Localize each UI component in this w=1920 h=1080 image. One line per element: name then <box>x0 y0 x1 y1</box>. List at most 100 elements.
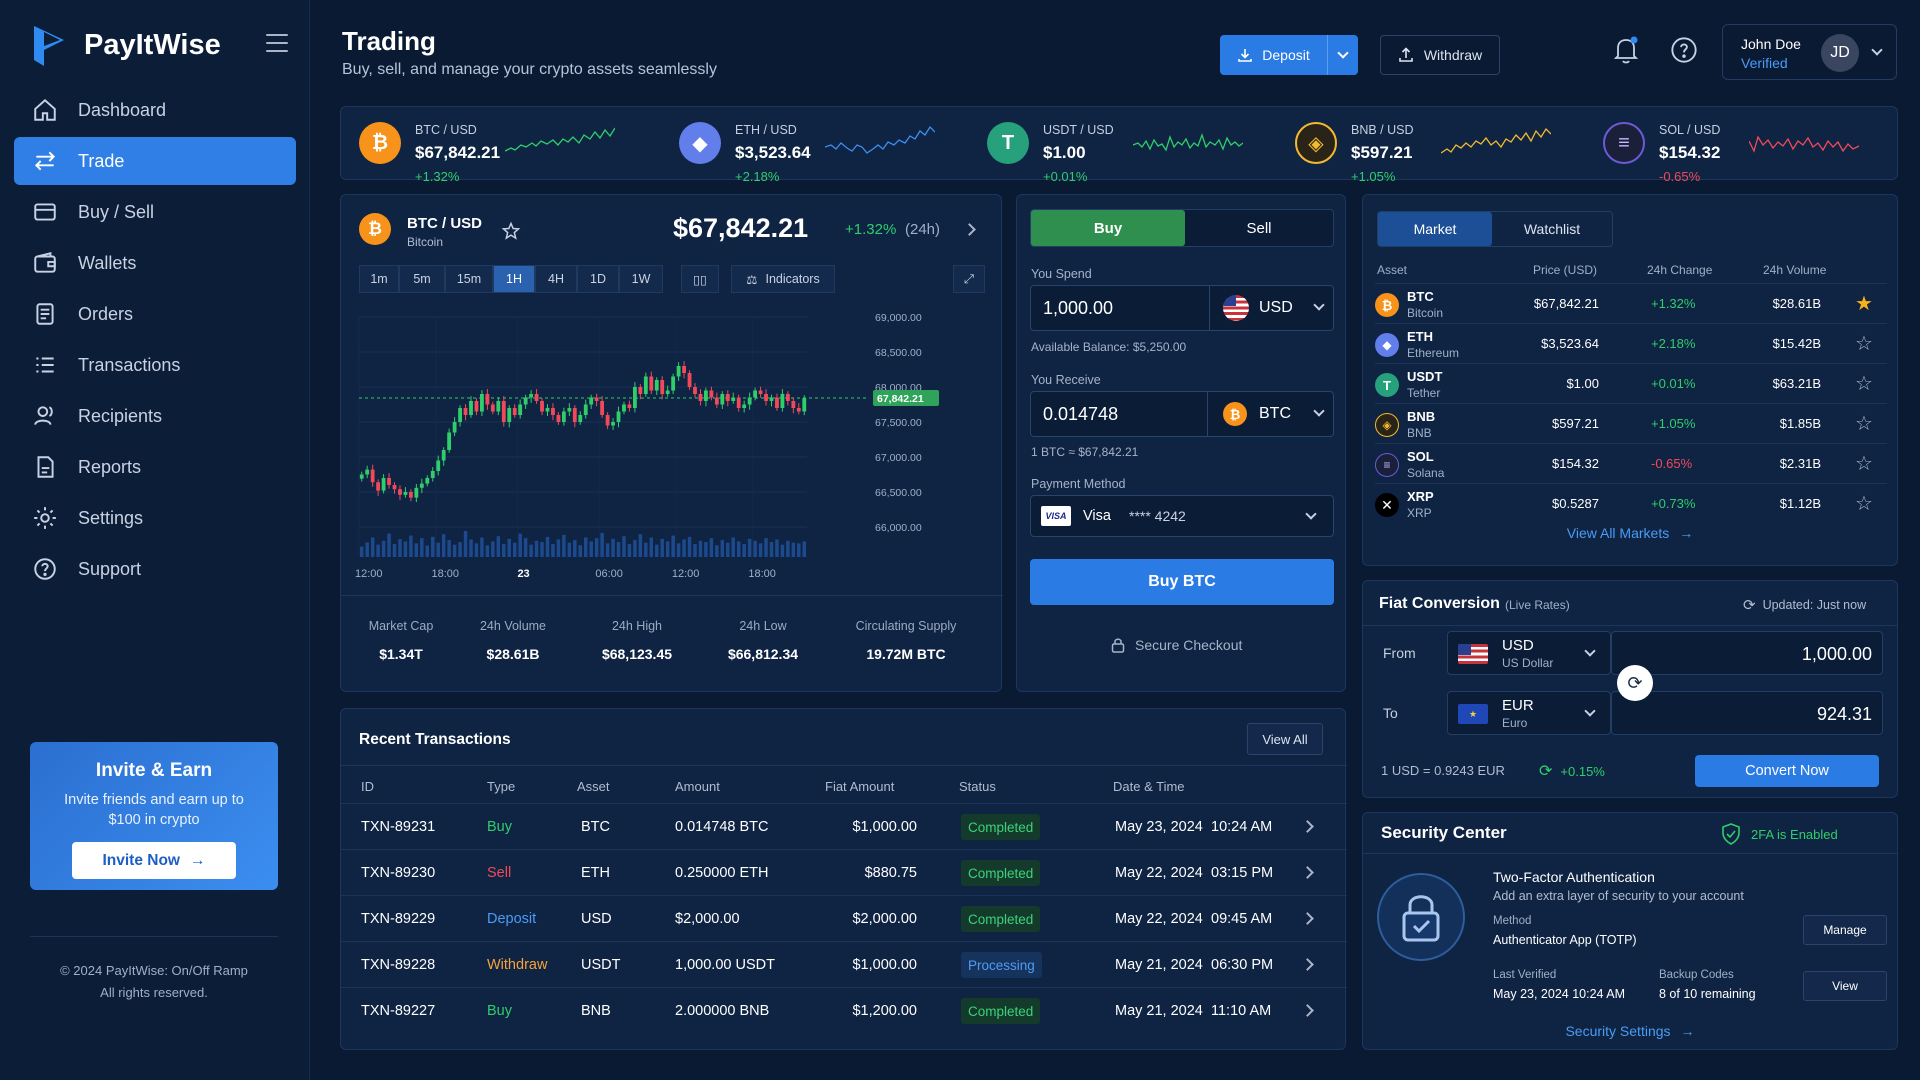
timeframe-5m[interactable]: 5m <box>399 265 445 293</box>
sidebar-item-support[interactable]: Support <box>14 545 296 593</box>
asset-volume: $1.85B <box>1779 416 1821 431</box>
market-row[interactable]: ₿ BTC Bitcoin $67,842.21 +1.32% $28.61B … <box>1375 283 1887 323</box>
candle-body <box>600 401 605 415</box>
sidebar-item-recipients[interactable]: Recipients <box>14 392 296 440</box>
sidebar-item-reports[interactable]: Reports <box>14 443 296 491</box>
ticker-usdt[interactable]: T USDT / USD $1.00 +0.01% <box>969 107 1279 184</box>
volume-bar <box>687 536 692 557</box>
app-logo[interactable]: PayItWise <box>30 22 221 68</box>
candle-type-button[interactable]: ▯▯ <box>681 265 719 293</box>
candle-body <box>545 408 550 412</box>
volume-bar <box>638 534 643 557</box>
transaction-row[interactable]: TXN-89229 Deposit USD $2,000.00 $2,000.0… <box>341 895 1347 941</box>
invite-now-button[interactable]: Invite Now → <box>72 842 236 879</box>
convert-now-button[interactable]: Convert Now <box>1695 755 1879 787</box>
manage-button[interactable]: Manage <box>1803 915 1887 945</box>
timeframe-1m[interactable]: 1m <box>359 265 399 293</box>
tab-watchlist[interactable]: Watchlist <box>1493 212 1611 246</box>
spend-currency-select[interactable]: USD <box>1219 286 1333 330</box>
transaction-row[interactable]: TXN-89227 Buy BNB 2.000000 BNB $1,200.00… <box>341 987 1347 1033</box>
transaction-row[interactable]: TXN-89228 Withdraw USDT 1,000.00 USDT $1… <box>341 941 1347 987</box>
notifications-button[interactable] <box>1612 35 1640 70</box>
timeframe-1w[interactable]: 1W <box>619 265 663 293</box>
asset-name: Solana <box>1407 466 1445 480</box>
market-row[interactable]: ◈ BNB BNB $597.21 +1.05% $1.85B ☆ <box>1375 403 1887 443</box>
candle-body <box>474 401 479 412</box>
transaction-row[interactable]: TXN-89230 Sell ETH 0.250000 ETH $880.75 … <box>341 849 1347 895</box>
receive-field[interactable]: 0.014748 ₿ BTC <box>1030 391 1334 437</box>
receive-amount-input[interactable]: 0.014748 <box>1043 404 1118 425</box>
eth-icon: ◆ <box>679 122 721 164</box>
help-button[interactable] <box>1670 36 1698 69</box>
ticker-bnb[interactable]: ◈ BNB / USD $597.21 +1.05% <box>1277 107 1587 184</box>
indicators-button[interactable]: ⚖ Indicators <box>731 265 835 293</box>
timeframe-4h[interactable]: 4H <box>535 265 577 293</box>
market-row[interactable]: T USDT Tether $1.00 +0.01% $63.21B ☆ <box>1375 363 1887 403</box>
star-icon[interactable]: ☆ <box>1855 491 1873 516</box>
sidebar-item-trade[interactable]: Trade <box>14 137 296 185</box>
deposit-main[interactable]: Deposit <box>1220 35 1328 75</box>
timeframe-1d[interactable]: 1D <box>577 265 619 293</box>
sidebar-item-wallets[interactable]: Wallets <box>14 239 296 287</box>
star-icon[interactable]: ☆ <box>1855 411 1873 436</box>
from-amount-input[interactable]: 1,000.00 <box>1611 631 1883 675</box>
buy-btc-button[interactable]: Buy BTC <box>1030 559 1334 605</box>
timeframe-15m[interactable]: 15m <box>445 265 493 293</box>
view-backup-codes-button[interactable]: View <box>1803 971 1887 1001</box>
sell-tab[interactable]: Sell <box>1185 210 1333 246</box>
expand-button[interactable]: ⤢ <box>953 265 985 293</box>
star-icon[interactable]: ☆ <box>1855 371 1873 396</box>
sidebar-item-buy-sell[interactable]: Buy / Sell <box>14 188 296 236</box>
spend-amount-input[interactable]: 1,000.00 <box>1043 298 1113 319</box>
sidebar-item-settings[interactable]: Settings <box>14 494 296 542</box>
ticker-eth[interactable]: ◆ ETH / USD $3,523.64 +2.18% <box>661 107 971 184</box>
deposit-button[interactable]: Deposit <box>1220 35 1358 75</box>
buy-tab[interactable]: Buy <box>1031 210 1185 246</box>
deposit-dropdown[interactable] <box>1328 35 1358 75</box>
from-currency-select[interactable]: USD US Dollar <box>1447 631 1611 675</box>
col-date-time: Date & Time <box>1113 779 1185 794</box>
user-menu[interactable]: John Doe Verified JD <box>1722 24 1897 80</box>
chevron-right-icon[interactable] <box>963 223 976 236</box>
market-row[interactable]: ◆ ETH Ethereum $3,523.64 +2.18% $15.42B … <box>1375 323 1887 363</box>
star-icon[interactable]: ☆ <box>1855 331 1873 356</box>
star-filled-icon[interactable]: ★ <box>1855 291 1873 316</box>
volume-bar <box>758 543 763 557</box>
sidebar-divider <box>30 936 278 937</box>
volume-bar <box>420 538 424 557</box>
ticker-btc[interactable]: ₿ BTC / USD $67,842.21 +1.32% <box>341 107 651 184</box>
sidebar-item-transactions[interactable]: Transactions <box>14 341 296 389</box>
security-settings-link[interactable]: Security Settings → <box>1363 1023 1897 1039</box>
ticker-sol[interactable]: ≡ SOL / USD $154.32 -0.65% <box>1585 107 1895 184</box>
volume-bar <box>409 535 413 557</box>
spend-field[interactable]: 1,000.00 USD <box>1030 285 1334 331</box>
candle-body <box>572 408 577 422</box>
divider <box>1363 853 1897 854</box>
candle-body <box>392 485 397 490</box>
tx-date: May 21, 2024 <box>1115 1003 1203 1019</box>
to-currency-select[interactable]: ★ EUR Euro <box>1447 691 1611 735</box>
sparkline-sol <box>1749 135 1859 153</box>
tab-market[interactable]: Market <box>1378 212 1492 246</box>
payment-method-select[interactable]: VISA Visa **** 4242 <box>1030 495 1334 537</box>
swap-currency-button[interactable]: ⟳ <box>1617 665 1653 701</box>
timeframe-1h[interactable]: 1H <box>493 265 535 293</box>
transaction-row[interactable]: TXN-89231 Buy BTC 0.014748 BTC $1,000.00… <box>341 803 1347 849</box>
withdraw-button[interactable]: Withdraw <box>1380 35 1500 75</box>
market-row[interactable]: ≡ SOL Solana $154.32 -0.65% $2.31B ☆ <box>1375 443 1887 483</box>
star-icon[interactable]: ☆ <box>1855 451 1873 476</box>
view-all-markets-link[interactable]: View All Markets → <box>1363 525 1897 541</box>
view-all-transactions-button[interactable]: View All <box>1247 723 1323 755</box>
volume-bar <box>512 542 517 557</box>
sidebar-item-dashboard[interactable]: Dashboard <box>14 86 296 134</box>
star-icon[interactable] <box>501 221 521 241</box>
volume-bar <box>720 540 725 557</box>
candle-body <box>643 376 648 394</box>
sidebar-item-orders[interactable]: Orders <box>14 290 296 338</box>
market-row[interactable]: ✕ XRP XRP $0.5287 +0.73% $1.12B ☆ <box>1375 483 1887 523</box>
menu-toggle-icon[interactable] <box>266 34 288 52</box>
candle-body <box>398 489 402 495</box>
receive-currency-select[interactable]: ₿ BTC <box>1217 392 1333 436</box>
volume-bar <box>523 538 528 557</box>
candle-body <box>764 394 768 401</box>
